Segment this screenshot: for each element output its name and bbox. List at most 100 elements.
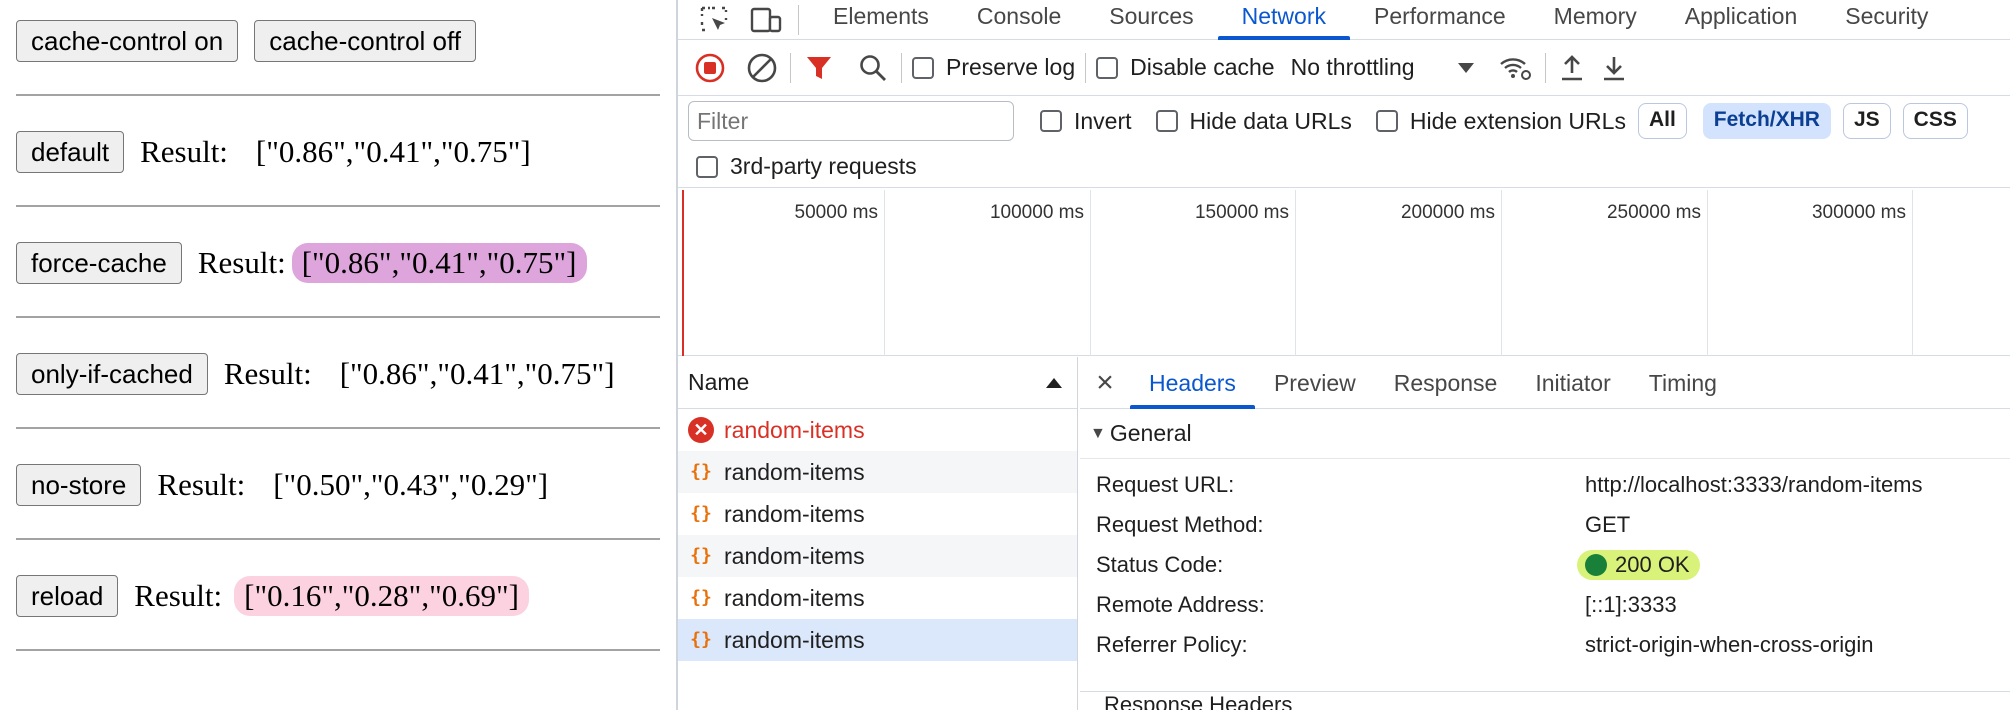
checkbox-box[interactable]: [1375, 110, 1398, 132]
hide-data-urls-label: Hide data URLs: [1189, 107, 1352, 134]
tab-console[interactable]: Console: [953, 0, 1085, 40]
tab-sources[interactable]: Sources: [1085, 0, 1217, 40]
cache-control-on-button[interactable]: cache-control on: [16, 20, 239, 62]
request-name: random-items: [724, 416, 865, 443]
close-icon[interactable]: ×: [1080, 366, 1130, 400]
toolbar-separator: [1544, 52, 1546, 83]
general-section-header[interactable]: ▼ General: [1080, 409, 2010, 459]
default-button[interactable]: default: [16, 131, 125, 173]
tab-elements[interactable]: Elements: [809, 0, 953, 40]
network-conditions-icon[interactable]: [1495, 53, 1535, 83]
filter-chip-fetch-xhr[interactable]: Fetch/XHR: [1702, 103, 1831, 139]
filter-chip-all[interactable]: All: [1637, 103, 1687, 139]
timeline-tick-label: 300000 ms: [1811, 202, 1906, 223]
hide-extension-urls-checkbox[interactable]: Hide extension URLs: [1375, 107, 1626, 135]
devtools-main-tabs: Elements Console Sources Network Perform…: [678, 0, 2010, 40]
request-row[interactable]: {} random-items: [678, 451, 1077, 493]
triangle-down-icon: ▼: [1090, 424, 1106, 442]
filter-icon[interactable]: [801, 53, 837, 83]
field-key: Request Method:: [1096, 512, 1264, 537]
export-har-icon[interactable]: [1598, 53, 1630, 83]
response-headers-section-header[interactable]: Response Headers: [1080, 691, 2010, 710]
timeline-gridline: [1912, 190, 1913, 356]
name-column-header[interactable]: Name: [678, 357, 1077, 409]
tab-initiator[interactable]: Initiator: [1516, 357, 1629, 409]
search-icon[interactable]: [855, 53, 891, 83]
fetch-xhr-icon: {}: [690, 461, 712, 482]
row-no-store: no-store Result: ["0.50","0.43","0.29"]: [16, 464, 660, 506]
disable-cache-checkbox[interactable]: Disable cache: [1096, 54, 1275, 81]
tab-memory[interactable]: Memory: [1530, 0, 1661, 40]
filter-chip-css[interactable]: CSS: [1902, 103, 1968, 139]
hide-data-urls-checkbox[interactable]: Hide data URLs: [1155, 107, 1352, 135]
tab-response[interactable]: Response: [1375, 357, 1517, 409]
device-toolbar-icon[interactable]: [744, 5, 788, 35]
divider: [16, 94, 660, 96]
referrer-policy-row: Referrer Policy: strict-origin-when-cros…: [1080, 625, 2010, 665]
timeline-gridline: [884, 190, 885, 356]
status-ok-dot-icon: [1585, 554, 1607, 576]
test-page: cache-control on cache-control off defau…: [0, 0, 676, 710]
caret-down-icon[interactable]: [1451, 61, 1481, 75]
throttling-select[interactable]: No throttling: [1291, 54, 1415, 81]
fetch-xhr-icon: {}: [690, 629, 712, 650]
divider: [16, 649, 660, 651]
timeline-overview[interactable]: 50000 ms 100000 ms 150000 ms 200000 ms 2…: [678, 190, 2010, 356]
tab-network[interactable]: Network: [1217, 0, 1351, 40]
toolbar-separator: [901, 52, 902, 83]
tab-headers[interactable]: Headers: [1130, 357, 1255, 409]
reload-button[interactable]: reload: [16, 575, 119, 617]
hide-extension-urls-label: Hide extension URLs: [1409, 107, 1626, 134]
fetch-xhr-icon: {}: [690, 545, 712, 566]
request-name: random-items: [724, 626, 865, 653]
filter-chip-js[interactable]: JS: [1842, 103, 1891, 139]
devtools-panel: Elements Console Sources Network Perform…: [676, 0, 2010, 710]
checkbox-box[interactable]: [696, 155, 718, 178]
import-har-icon[interactable]: [1556, 53, 1588, 83]
timeline-start-marker: [682, 190, 684, 356]
force-cache-button[interactable]: force-cache: [16, 242, 182, 284]
tab-performance[interactable]: Performance: [1350, 0, 1530, 40]
third-party-checkbox[interactable]: 3rd-party requests: [696, 153, 917, 180]
tab-preview[interactable]: Preview: [1255, 357, 1375, 409]
request-row[interactable]: ✕ random-items: [678, 409, 1077, 451]
disable-cache-label: Disable cache: [1130, 54, 1275, 80]
field-value: strict-origin-when-cross-origin: [1585, 632, 1874, 657]
filter-input[interactable]: [688, 101, 1014, 141]
no-store-button[interactable]: no-store: [16, 464, 142, 506]
tab-timing[interactable]: Timing: [1630, 357, 1736, 409]
checkbox-box[interactable]: [1096, 56, 1119, 79]
divider: [16, 205, 660, 207]
field-value: GET: [1585, 512, 1631, 537]
tab-application[interactable]: Application: [1661, 0, 1822, 40]
request-row-selected[interactable]: {} random-items: [678, 619, 1077, 661]
only-if-cached-button[interactable]: only-if-cached: [16, 353, 208, 395]
request-row[interactable]: {} random-items: [678, 577, 1077, 619]
request-row[interactable]: {} random-items: [678, 535, 1077, 577]
sort-ascending-icon: [1045, 376, 1063, 390]
row-force-cache: force-cache Result: ["0.86","0.41","0.75…: [16, 242, 660, 284]
preserve-log-checkbox[interactable]: Preserve log: [912, 54, 1075, 81]
checkbox-box[interactable]: [912, 56, 934, 79]
result-value-reload: ["0.16","0.28","0.69"]: [234, 576, 529, 616]
stop-recording-icon[interactable]: [692, 52, 728, 84]
invert-checkbox[interactable]: Invert: [1040, 108, 1132, 135]
status-badge: 200 OK: [1577, 550, 1700, 580]
clear-icon[interactable]: [744, 52, 780, 84]
inspect-element-icon[interactable]: [692, 5, 736, 35]
fetch-xhr-icon: {}: [690, 587, 712, 608]
preserve-log-label: Preserve log: [946, 54, 1076, 80]
fetch-xhr-icon: {}: [690, 503, 712, 524]
divider: [16, 427, 660, 429]
checkbox-box[interactable]: [1155, 110, 1178, 132]
request-row[interactable]: {} random-items: [678, 493, 1077, 535]
tab-security[interactable]: Security: [1821, 0, 1952, 40]
result-label: Result:: [197, 245, 286, 280]
field-key: Remote Address:: [1096, 592, 1265, 617]
checkbox-box[interactable]: [1040, 110, 1062, 132]
result-label: Result:: [140, 134, 228, 169]
status-code-row: Status Code: 200 OK: [1080, 545, 2010, 585]
timeline-gridline: [1501, 190, 1502, 356]
cache-control-off-button[interactable]: cache-control off: [254, 20, 476, 62]
network-toolbar: Preserve log Disable cache No throttling: [678, 40, 2010, 96]
